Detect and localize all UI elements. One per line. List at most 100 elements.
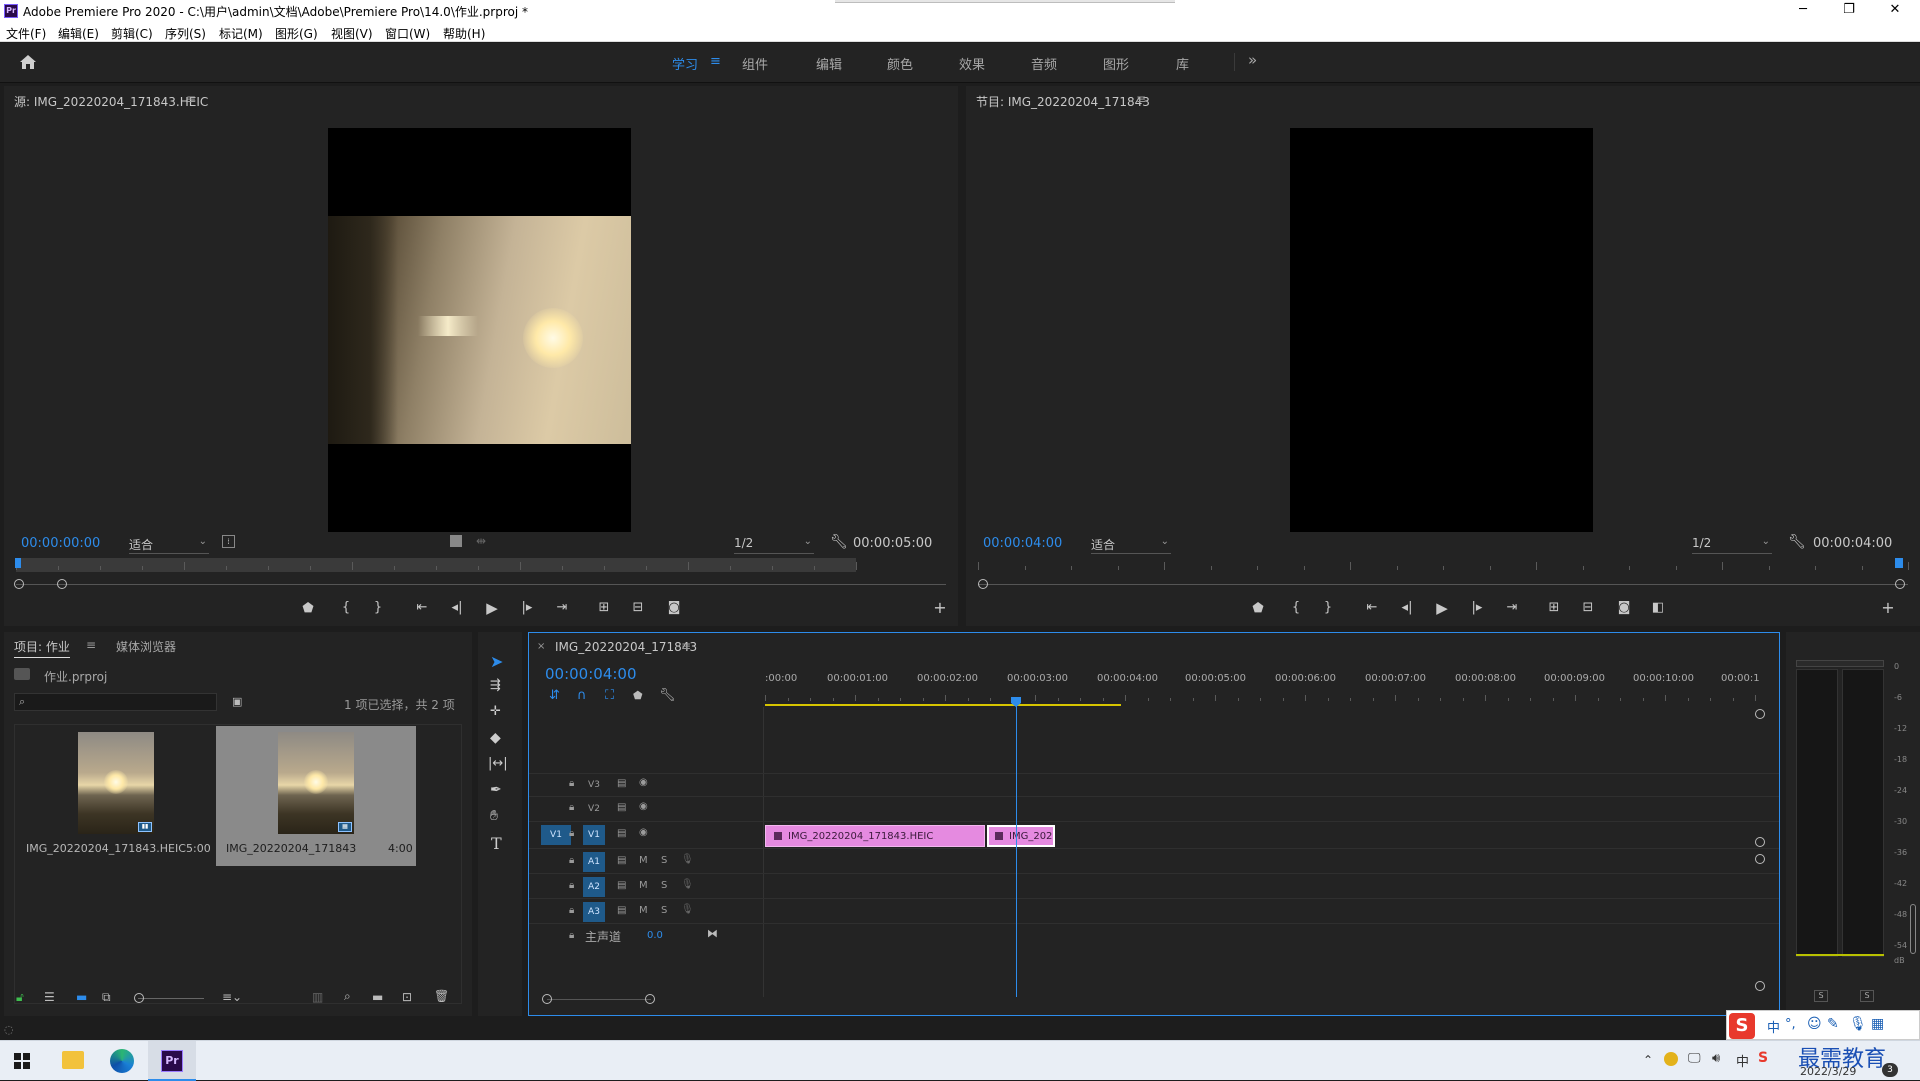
close-tab-icon[interactable]: ×	[537, 641, 545, 652]
punctuation-icon[interactable]: °,	[1785, 1017, 1796, 1032]
type-tool-icon[interactable]: T	[491, 834, 502, 853]
mark-out-icon[interactable]: }	[368, 600, 388, 615]
program-monitor-title[interactable]: 节目: IMG_20220204_171843	[976, 93, 1150, 110]
menu-edit[interactable]: 编辑(E)	[58, 25, 99, 42]
horizontal-zoom-handle[interactable]	[542, 994, 552, 1004]
eye-icon[interactable]: ◉	[639, 827, 648, 838]
menu-marker[interactable]: 标记(M)	[219, 25, 263, 42]
tab-media-browser[interactable]: 媒体浏览器	[116, 638, 176, 655]
tray-app-icon[interactable]	[1664, 1052, 1678, 1066]
sync-lock-icon[interactable]: ▤	[617, 778, 626, 789]
ime-indicator-icon[interactable]: 中	[1736, 1051, 1749, 1070]
project-search-input[interactable]: ⌕	[14, 693, 217, 711]
list-view-icon[interactable]: ☰	[44, 990, 55, 1004]
microphone-icon[interactable]: 🎙︎	[681, 879, 694, 890]
new-item-icon[interactable]: ⊡	[402, 990, 412, 1004]
lock-icon[interactable]: 🔒︎	[569, 930, 574, 941]
lock-icon[interactable]: 🔒︎	[569, 855, 574, 866]
hand-tool-icon[interactable]: ✋︎	[490, 808, 498, 824]
nest-icon[interactable]: ⇵	[549, 688, 560, 703]
insert-icon[interactable]: ⊞	[594, 600, 614, 615]
eye-icon[interactable]: ◉	[639, 801, 648, 812]
vertical-zoom-handle[interactable]	[1755, 709, 1765, 719]
horizontal-zoom-handle[interactable]	[645, 994, 655, 1004]
program-panel-menu-icon[interactable]: ≡	[1136, 92, 1146, 106]
mute-button[interactable]: M	[639, 905, 648, 916]
wrench-icon[interactable]: 🔧︎	[830, 534, 848, 550]
microphone-icon[interactable]: 🎙︎	[681, 854, 694, 865]
track-label-v2[interactable]: V2	[583, 799, 605, 819]
workspace-menu-icon[interactable]: ≡	[710, 54, 721, 69]
slip-tool-icon[interactable]: |↔|	[488, 756, 508, 771]
program-zoom-bar[interactable]	[978, 584, 1908, 585]
menu-file[interactable]: 文件(F)	[6, 25, 46, 42]
menu-view[interactable]: 视图(V)	[331, 25, 373, 42]
lock-icon[interactable]: 🔒︎	[569, 802, 574, 813]
file-explorer-icon[interactable]	[62, 1051, 84, 1069]
sync-lock-icon[interactable]: ▤	[617, 880, 626, 891]
source-fit-dropdown[interactable]: 适合 ⌄	[129, 536, 209, 554]
workspace-tab-graphics[interactable]: 图形	[1103, 54, 1129, 73]
export-frame-icon[interactable]: ◙	[1614, 600, 1634, 615]
zoom-handle-left[interactable]	[978, 579, 988, 589]
sync-lock-icon[interactable]: ▤	[617, 905, 626, 916]
project-item[interactable]: ▮▮ IMG_20220204_171843.HEIC 5:00	[16, 726, 213, 866]
timeline-sequence-name[interactable]: IMG_20220204_171843	[555, 640, 697, 654]
taskbar-premiere-active[interactable]: Pr	[148, 1041, 196, 1081]
volume-icon[interactable]: 🔊︎	[1712, 1051, 1720, 1066]
lock-icon[interactable]: 🔒︎	[569, 778, 574, 789]
program-fit-dropdown[interactable]: 适合 ⌄	[1091, 536, 1171, 554]
new-search-bin-icon[interactable]: ▣	[232, 695, 242, 708]
work-area-bar[interactable]	[765, 704, 1121, 706]
solo-left-button[interactable]: S	[1814, 990, 1828, 1002]
solo-button[interactable]: S	[661, 855, 667, 866]
sort-icon[interactable]: ≡⌄	[222, 990, 242, 1004]
go-to-in-icon[interactable]: ⇤	[1362, 600, 1382, 615]
solo-button[interactable]: S	[661, 880, 667, 891]
menu-clip[interactable]: 剪辑(C)	[111, 25, 153, 42]
add-button-icon[interactable]: +	[930, 598, 950, 617]
ripple-edit-tool-icon[interactable]: ✛	[490, 704, 501, 719]
vertical-zoom-handle[interactable]	[1755, 981, 1765, 991]
source-zoom-bar[interactable]	[16, 584, 946, 585]
razor-tool-icon[interactable]: ◆	[490, 730, 501, 746]
add-marker-icon[interactable]: ⬟	[298, 601, 318, 616]
track-select-tool-icon[interactable]: ⇶	[490, 678, 501, 693]
go-to-in-icon[interactable]: ⇤	[412, 600, 432, 615]
menu-window[interactable]: 窗口(W)	[385, 25, 430, 42]
mute-button[interactable]: M	[639, 855, 648, 866]
add-button-icon[interactable]: +	[1878, 598, 1898, 617]
toolbox-icon[interactable]: ▦	[1871, 1016, 1884, 1032]
step-back-icon[interactable]: ◂|	[447, 600, 467, 615]
source-playhead[interactable]	[15, 558, 21, 568]
timeline-clip-selected[interactable]: IMG_20220	[987, 825, 1055, 847]
meter-scrollbar[interactable]	[1910, 904, 1916, 954]
settings-toggle-icon[interactable]: ⁞	[222, 535, 235, 548]
tab-project[interactable]: 项目: 作业	[14, 638, 70, 658]
snap-icon[interactable]: ∩	[577, 688, 587, 703]
step-back-icon[interactable]: ◂|	[1397, 600, 1417, 615]
zoom-handle-right[interactable]	[57, 579, 67, 589]
menu-graphics[interactable]: 图形(G)	[275, 25, 318, 42]
track-label-v3[interactable]: V3	[583, 775, 605, 795]
lift-icon[interactable]: ⊞	[1544, 600, 1564, 615]
overwrite-icon[interactable]: ⊟	[628, 600, 648, 615]
notification-count-badge[interactable]: 3	[1882, 1063, 1898, 1077]
solo-button[interactable]: S	[661, 905, 667, 916]
add-marker-icon[interactable]: ⬟	[633, 689, 643, 702]
minimize-icon[interactable]: ─	[1780, 0, 1826, 22]
pen-tool-icon[interactable]: ✒︎	[490, 782, 502, 798]
automate-to-sequence-icon[interactable]: ▥	[312, 990, 323, 1004]
vertical-zoom-handle[interactable]	[1755, 837, 1765, 847]
track-label-v1[interactable]: V1	[583, 825, 605, 845]
icon-view-icon[interactable]: ▬	[76, 990, 87, 1004]
sync-lock-icon[interactable]: ▤	[617, 828, 626, 839]
project-item-selected[interactable]: ▦ IMG_20220204_171843 4:00	[216, 726, 416, 866]
workspace-overflow-icon[interactable]: »	[1248, 51, 1257, 69]
network-icon[interactable]: 🖵︎	[1688, 1051, 1701, 1066]
drag-audio-icon[interactable]: ⇹	[476, 534, 486, 548]
close-icon[interactable]: ✕	[1872, 0, 1918, 22]
wrench-icon[interactable]: 🔧︎	[1788, 534, 1806, 550]
workspace-tab-libraries[interactable]: 库	[1176, 54, 1189, 73]
play-icon[interactable]: ▶	[482, 599, 502, 617]
